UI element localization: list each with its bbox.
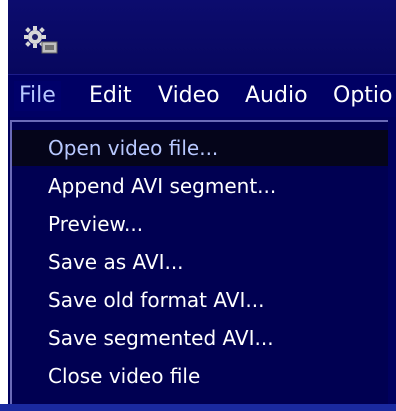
title-bar[interactable]	[8, 0, 396, 74]
menu-options[interactable]: Optio	[328, 81, 396, 111]
menu-item-save-old-format-avi[interactable]: Save old format AVI...	[12, 282, 388, 318]
menu-bar: File Edit Video Audio Optio	[8, 74, 396, 117]
menu-item-append-avi-segment[interactable]: Append AVI segment...	[12, 168, 388, 204]
menu-video[interactable]: Video	[153, 81, 225, 111]
menu-edit[interactable]: Edit	[84, 81, 137, 111]
menu-item-save-segmented-avi[interactable]: Save segmented AVI...	[12, 320, 388, 356]
menu-item-preview[interactable]: Preview...	[12, 206, 388, 242]
gear-chip-icon[interactable]	[22, 24, 60, 56]
menu-item-save-as-avi[interactable]: Save as AVI...	[12, 244, 388, 280]
file-dropdown-menu: Open video file... Append AVI segment...…	[10, 120, 388, 411]
menu-file[interactable]: File	[14, 81, 61, 111]
menu-bottom-edge	[0, 404, 396, 411]
menu-audio[interactable]: Audio	[240, 81, 313, 111]
menu-item-close-video-file[interactable]: Close video file	[12, 358, 388, 394]
menu-item-open-video-file[interactable]: Open video file...	[12, 130, 388, 166]
